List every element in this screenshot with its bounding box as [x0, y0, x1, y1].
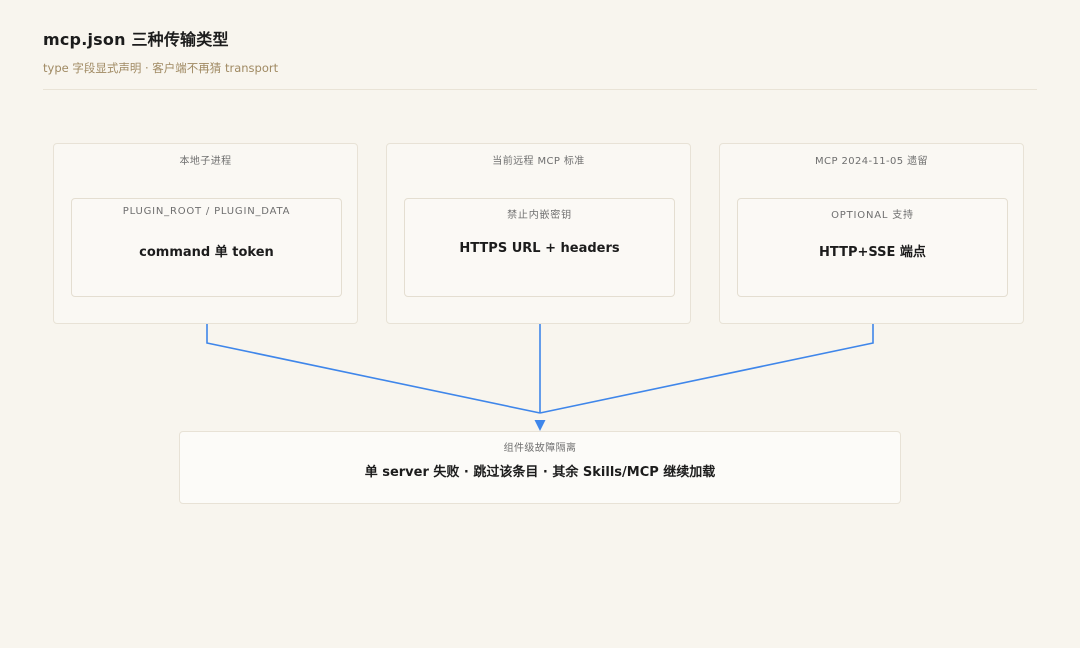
- inner-main: command 单 token: [139, 245, 274, 260]
- card-label: 当前远程 MCP 标准: [492, 156, 585, 167]
- card-stdio: 本地子进程 PLUGIN_ROOT / PLUGIN_DATA command …: [53, 143, 358, 324]
- inner-box: 禁止内嵌密钥 HTTPS URL + headers: [404, 198, 675, 297]
- isolation-box: 组件级故障隔离 单 server 失败 · 跳过该条目 · 其余 Skills/…: [179, 431, 901, 504]
- connector-lines: [206, 324, 874, 431]
- card-sse: MCP 2024-11-05 遗留 OPTIONAL 支持 HTTP+SSE 端…: [719, 143, 1024, 324]
- card-label: MCP 2024-11-05 遗留: [815, 156, 928, 167]
- card-http: 当前远程 MCP 标准 禁止内嵌密钥 HTTPS URL + headers: [386, 143, 691, 324]
- connector-arrowhead: [534, 420, 546, 431]
- inner-main: HTTP+SSE 端点: [819, 245, 926, 260]
- inner-label: OPTIONAL 支持: [831, 210, 914, 221]
- card-label: 本地子进程: [179, 156, 232, 167]
- inner-label: PLUGIN_ROOT / PLUGIN_DATA: [122, 206, 291, 217]
- inner-main: HTTPS URL + headers: [459, 241, 620, 256]
- connector-stdio: [206, 324, 541, 414]
- inner-label: 禁止内嵌密钥: [507, 210, 572, 221]
- isolation-label: 组件级故障隔离: [503, 443, 577, 454]
- isolation-main: 单 server 失败 · 跳过该条目 · 其余 Skills/MCP 继续加载: [364, 465, 716, 480]
- inner-box: OPTIONAL 支持 HTTP+SSE 端点: [737, 198, 1008, 297]
- inner-box: PLUGIN_ROOT / PLUGIN_DATA command 单 toke…: [71, 198, 342, 297]
- connector-sse: [539, 324, 874, 414]
